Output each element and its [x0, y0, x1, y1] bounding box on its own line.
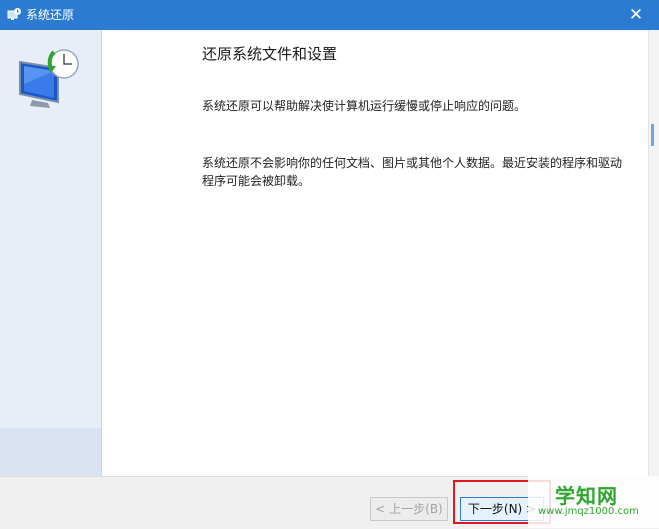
system-restore-icon — [7, 8, 21, 20]
watermark-brand: 学知网 — [555, 484, 618, 508]
side-panel-band — [0, 428, 101, 476]
computer-restore-icon — [19, 49, 79, 108]
title-bar: 系统还原 ✕ — [0, 0, 659, 30]
watermark-url: www.jmqz1000.com — [538, 506, 639, 517]
side-panel — [0, 30, 102, 476]
description-paragraph-1: 系统还原可以帮助解决使计算机运行缓慢或停止响应的问题。 — [202, 99, 527, 113]
right-edge-strip — [648, 30, 659, 476]
close-icon: ✕ — [628, 5, 644, 25]
window-title: 系统还原 — [26, 8, 75, 22]
edge-accent — [651, 124, 654, 146]
back-button[interactable]: < 上一步(B) — [370, 497, 448, 521]
close-button[interactable]: ✕ — [613, 0, 659, 30]
page-title: 还原系统文件和设置 — [202, 45, 338, 63]
description-paragraph-2: 系统还原不会影响你的任何文档、图片或其他个人数据。最近安装的程序和驱动程序可能会… — [202, 156, 623, 188]
content-area: 还原系统文件和设置 系统还原可以帮助解决使计算机运行缓慢或停止响应的问题。 系统… — [102, 30, 647, 476]
